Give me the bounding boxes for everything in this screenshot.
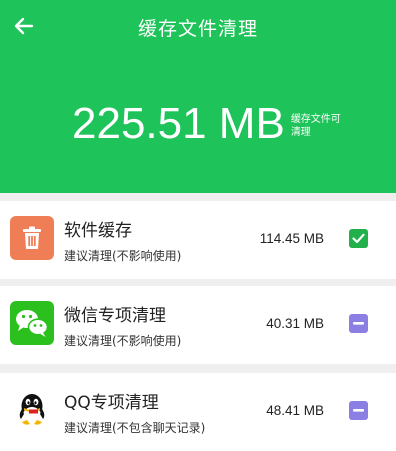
list-item-qq[interactable]: QQ专项清理 建议清理(不包含聊天记录) 48.41 MB [0,373,396,451]
total-size-display: 225.51 MB 缓存文件可清理 [72,98,341,150]
trash-icon [10,216,54,260]
page-title: 缓存文件清理 [137,18,258,40]
wechat-icon [10,301,54,345]
item-size: 40.31 MB [266,316,324,331]
checkmark-icon [352,233,365,244]
item-size: 48.41 MB [266,403,324,418]
minus-icon [353,409,364,412]
item-subtitle: 建议清理(不影响使用) [64,334,182,348]
item-title: 微信专项清理 [64,306,166,326]
checkbox-checked[interactable] [349,229,368,248]
list-item-wechat[interactable]: 微信专项清理 建议清理(不影响使用) 40.31 MB [0,286,396,364]
total-size-caption: 缓存文件可清理 [290,114,341,138]
item-title: QQ专项清理 [64,393,159,413]
checkbox-partial[interactable] [349,401,368,420]
checkbox-partial[interactable] [349,314,368,333]
item-subtitle: 建议清理(不包含聊天记录) [64,421,206,435]
minus-icon [353,322,364,325]
item-title: 软件缓存 [64,221,132,241]
total-size-value: 225.51 MB [72,99,285,148]
qq-icon [10,388,54,432]
list-item-software-cache[interactable]: 软件缓存 建议清理(不影响使用) 114.45 MB [0,201,396,279]
header-bar: 缓存文件清理 225.51 MB 缓存文件可清理 [0,0,396,193]
item-size: 114.45 MB [259,231,324,246]
item-subtitle: 建议清理(不影响使用) [64,249,182,263]
